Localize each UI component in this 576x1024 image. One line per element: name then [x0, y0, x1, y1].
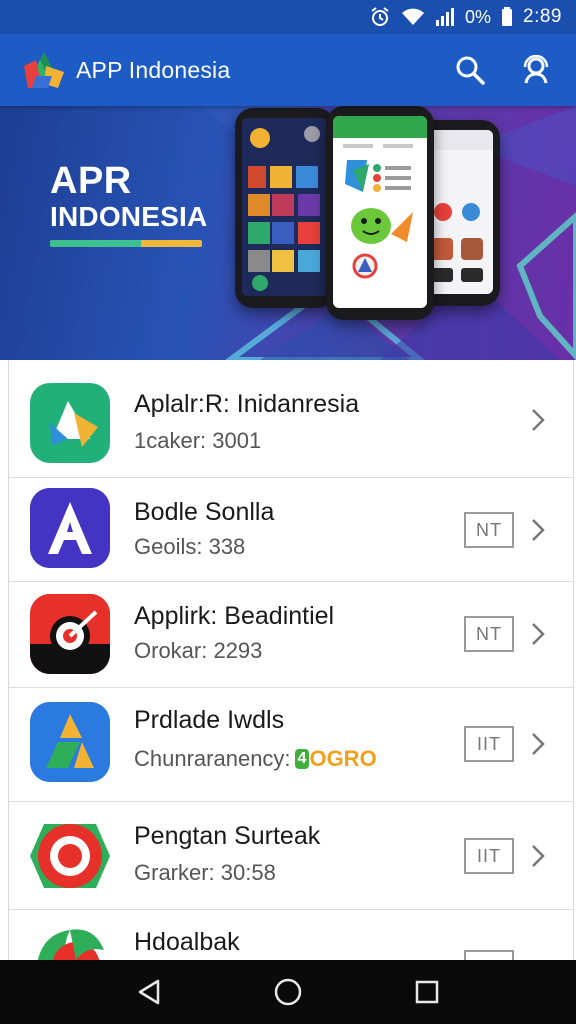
leaf-logo-icon	[30, 920, 110, 960]
app-meta-text: Chunraranency:	[134, 746, 291, 771]
account-icon	[523, 55, 549, 84]
tag-button[interactable]: IIT	[464, 726, 514, 762]
clock: 2:89	[523, 6, 562, 27]
ring-logo-icon	[30, 816, 110, 896]
app-meta: Chunraranency: 4 OGRO	[134, 746, 377, 772]
banner-title: APR	[50, 160, 132, 202]
list-item[interactable]: Applirk: Beadintiel Orokar: 2293 NT	[8, 582, 574, 688]
chevron-right-icon[interactable]	[528, 842, 548, 870]
app-name: Prdlade Iwdls	[134, 706, 285, 734]
tag-button[interactable]: IIT	[464, 838, 514, 874]
phone-screen-grid-icon	[248, 126, 320, 291]
banner-underline	[50, 240, 202, 247]
home-button[interactable]	[268, 972, 308, 1012]
chevron-right-icon[interactable]	[528, 406, 548, 434]
green-arrow-logo-icon	[30, 383, 110, 463]
triangle-a-logo-icon	[30, 702, 110, 782]
signal-icon	[435, 7, 455, 27]
system-nav-bar	[0, 960, 576, 1024]
list-item[interactable]: Hdoalbak	[8, 910, 574, 960]
search-icon	[456, 56, 485, 85]
home-circle-icon	[274, 978, 302, 1006]
account-button[interactable]	[518, 52, 554, 88]
search-button[interactable]	[452, 52, 488, 88]
app-meta: Orokar: 2293	[134, 638, 263, 663]
promo-banner[interactable]: APR INDONESIA	[0, 106, 576, 360]
tag-button[interactable]	[464, 950, 514, 960]
phone-mockup-left	[235, 108, 335, 308]
target-logo-icon	[30, 594, 110, 674]
list-item[interactable]: Aplalr:R: Inidanresia 1caker: 3001	[8, 360, 574, 478]
meta-badge-text: OGRO	[309, 746, 377, 771]
list-item[interactable]: Pengtan Surteak Grarker: 30:58 IIT	[8, 802, 574, 910]
app-name: Hdoalbak	[134, 928, 240, 956]
tag-button[interactable]: NT	[464, 616, 514, 652]
banner-subtitle: INDONESIA	[50, 201, 208, 232]
app-logo-icon	[24, 52, 64, 88]
phone-mockup-center	[326, 106, 434, 320]
phone-screen-apps-icon	[425, 130, 493, 282]
chevron-right-icon[interactable]	[528, 516, 548, 544]
battery-icon	[501, 7, 513, 27]
back-button[interactable]	[129, 972, 169, 1012]
back-triangle-icon	[139, 979, 160, 1005]
app-name: Pengtan Surteak	[134, 822, 321, 850]
recents-square-icon	[415, 980, 438, 1004]
app-title: APP Indonesia	[76, 56, 231, 83]
list-item[interactable]: Prdlade Iwdls Chunraranency: 4 OGRO IIT	[8, 688, 574, 802]
letter-a-logo-icon	[30, 488, 110, 568]
status-bar: 0% 2:89	[0, 0, 576, 34]
chevron-right-icon[interactable]	[528, 620, 548, 648]
battery-percent: 0%	[465, 6, 492, 27]
list-item[interactable]: Bodle Sonlla Geoils: 338 NT	[8, 478, 574, 582]
app-name: Bodle Sonlla	[134, 498, 275, 526]
chevron-right-icon[interactable]	[528, 730, 548, 758]
recents-button[interactable]	[407, 972, 447, 1012]
phone-screen-store-icon	[333, 116, 427, 279]
tag-button[interactable]: NT	[464, 512, 514, 548]
meta-badge: 4	[294, 749, 310, 769]
app-name: Aplalr:R: Inidanresia	[134, 390, 360, 418]
wifi-icon	[401, 7, 425, 27]
app-name: Applirk: Beadintiel	[134, 602, 335, 630]
app-meta: Geoils: 338	[134, 534, 246, 559]
app-bar: APP Indonesia	[0, 34, 576, 106]
app-meta: Grarker: 30:58	[134, 860, 276, 885]
app-meta: 1caker: 3001	[134, 428, 262, 453]
alarm-icon	[369, 6, 391, 28]
